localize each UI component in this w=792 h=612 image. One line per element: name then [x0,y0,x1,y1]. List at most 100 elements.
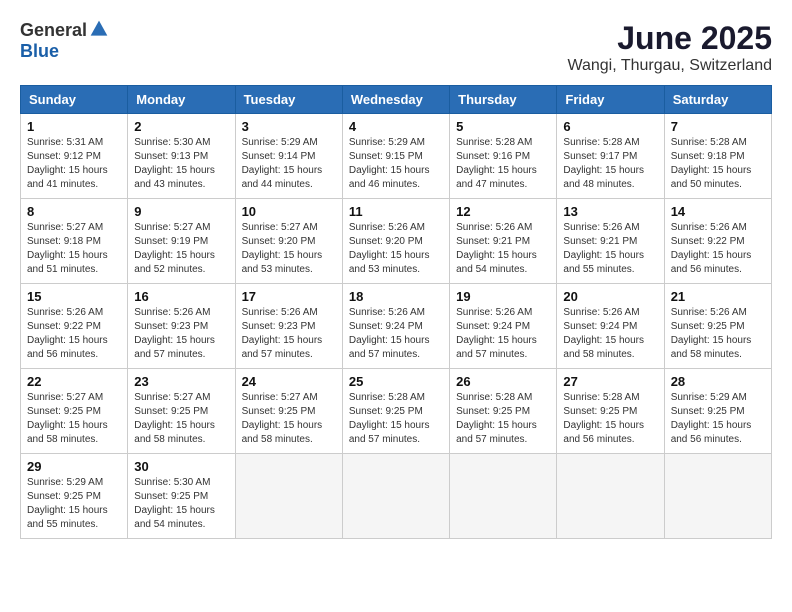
day-info: Sunrise: 5:30 AMSunset: 9:25 PMDaylight:… [134,476,228,532]
day-number: 16 [134,289,228,304]
calendar-cell [664,454,771,539]
day-info: Sunrise: 5:29 AMSunset: 9:15 PMDaylight:… [349,136,443,192]
calendar-header-monday: Monday [128,86,235,114]
day-number: 24 [242,374,336,389]
logo: General Blue [20,20,109,62]
day-info: Sunrise: 5:28 AMSunset: 9:25 PMDaylight:… [563,391,657,447]
calendar-week-1: 1 Sunrise: 5:31 AMSunset: 9:12 PMDaylight… [21,114,772,199]
calendar-cell: 21 Sunrise: 5:26 AMSunset: 9:25 PMDayligh… [664,284,771,369]
calendar-cell: 10Sunrise: 5:27 AMSunset: 9:20 PMDayligh… [235,199,342,284]
location-title: Wangi, Thurgau, Switzerland [567,57,772,75]
day-info: Sunrise: 5:26 AMSunset: 9:20 PMDaylight:… [349,221,443,277]
day-number: 8 [27,204,121,219]
day-number: 29 [27,459,121,474]
day-info: Sunrise: 5:31 AMSunset: 9:12 PMDaylight:… [27,136,121,192]
day-info: Sunrise: 5:26 AMSunset: 9:24 PMDaylight:… [349,306,443,362]
day-info: Sunrise: 5:26 AMSunset: 9:25 PMDaylight:… [671,306,765,362]
day-info: Sunrise: 5:27 AMSunset: 9:25 PMDaylight:… [27,391,121,447]
day-number: 9 [134,204,228,219]
calendar-cell [450,454,557,539]
calendar-cell: 11 Sunrise: 5:26 AMSunset: 9:20 PMDayligh… [342,199,449,284]
calendar-cell: 4Sunrise: 5:29 AMSunset: 9:15 PMDaylight… [342,114,449,199]
calendar-cell: 5 Sunrise: 5:28 AMSunset: 9:16 PMDaylight… [450,114,557,199]
day-info: Sunrise: 5:27 AMSunset: 9:25 PMDaylight:… [134,391,228,447]
calendar-cell: 1 Sunrise: 5:31 AMSunset: 9:12 PMDaylight… [21,114,128,199]
day-number: 28 [671,374,765,389]
day-info: Sunrise: 5:26 AMSunset: 9:23 PMDaylight:… [242,306,336,362]
calendar-cell: 18 Sunrise: 5:26 AMSunset: 9:24 PMDayligh… [342,284,449,369]
calendar-cell: 19Sunrise: 5:26 AMSunset: 9:24 PMDayligh… [450,284,557,369]
day-number: 23 [134,374,228,389]
day-number: 1 [27,119,121,134]
day-info: Sunrise: 5:28 AMSunset: 9:17 PMDaylight:… [563,136,657,192]
logo-blue: Blue [20,41,59,62]
calendar-week-4: 22 Sunrise: 5:27 AMSunset: 9:25 PMDayligh… [21,369,772,454]
day-info: Sunrise: 5:28 AMSunset: 9:25 PMDaylight:… [349,391,443,447]
calendar-cell: 14 Sunrise: 5:26 AMSunset: 9:22 PMDayligh… [664,199,771,284]
calendar-cell: 15 Sunrise: 5:26 AMSunset: 9:22 PMDayligh… [21,284,128,369]
day-number: 18 [349,289,443,304]
calendar-cell [235,454,342,539]
calendar-cell: 30 Sunrise: 5:30 AMSunset: 9:25 PMDayligh… [128,454,235,539]
calendar-cell [557,454,664,539]
day-number: 7 [671,119,765,134]
calendar-week-5: 29 Sunrise: 5:29 AMSunset: 9:25 PMDayligh… [21,454,772,539]
day-info: Sunrise: 5:27 AMSunset: 9:25 PMDaylight:… [242,391,336,447]
day-number: 20 [563,289,657,304]
day-info: Sunrise: 5:29 AMSunset: 9:25 PMDaylight:… [27,476,121,532]
calendar-table: SundayMondayTuesdayWednesdayThursdayFrid… [20,85,772,539]
day-info: Sunrise: 5:26 AMSunset: 9:22 PMDaylight:… [671,221,765,277]
calendar-cell: 7Sunrise: 5:28 AMSunset: 9:18 PMDaylight… [664,114,771,199]
calendar-header-friday: Friday [557,86,664,114]
calendar-header-row: SundayMondayTuesdayWednesdayThursdayFrid… [21,86,772,114]
page-header: General Blue June 2025 Wangi, Thurgau, S… [20,20,772,75]
calendar-cell: 28Sunrise: 5:29 AMSunset: 9:25 PMDayligh… [664,369,771,454]
day-info: Sunrise: 5:28 AMSunset: 9:16 PMDaylight:… [456,136,550,192]
calendar-cell: 29 Sunrise: 5:29 AMSunset: 9:25 PMDayligh… [21,454,128,539]
calendar-cell: 26 Sunrise: 5:28 AMSunset: 9:25 PMDayligh… [450,369,557,454]
day-number: 19 [456,289,550,304]
day-number: 3 [242,119,336,134]
day-number: 17 [242,289,336,304]
calendar-header-saturday: Saturday [664,86,771,114]
day-number: 26 [456,374,550,389]
day-number: 11 [349,204,443,219]
calendar-header-tuesday: Tuesday [235,86,342,114]
calendar-cell: 9 Sunrise: 5:27 AMSunset: 9:19 PMDaylight… [128,199,235,284]
day-info: Sunrise: 5:27 AMSunset: 9:18 PMDaylight:… [27,221,121,277]
day-number: 14 [671,204,765,219]
logo-general: General [20,20,87,41]
day-number: 5 [456,119,550,134]
calendar-cell: 3Sunrise: 5:29 AMSunset: 9:14 PMDaylight… [235,114,342,199]
day-number: 22 [27,374,121,389]
calendar-cell [342,454,449,539]
day-number: 30 [134,459,228,474]
calendar-cell: 25Sunrise: 5:28 AMSunset: 9:25 PMDayligh… [342,369,449,454]
logo-icon [89,19,109,39]
calendar-week-3: 15 Sunrise: 5:26 AMSunset: 9:22 PMDayligh… [21,284,772,369]
day-number: 2 [134,119,228,134]
calendar-header-wednesday: Wednesday [342,86,449,114]
calendar-week-2: 8 Sunrise: 5:27 AMSunset: 9:18 PMDaylight… [21,199,772,284]
calendar-cell: 24 Sunrise: 5:27 AMSunset: 9:25 PMDayligh… [235,369,342,454]
calendar-cell: 16 Sunrise: 5:26 AMSunset: 9:23 PMDayligh… [128,284,235,369]
day-info: Sunrise: 5:30 AMSunset: 9:13 PMDaylight:… [134,136,228,192]
calendar-cell: 20 Sunrise: 5:26 AMSunset: 9:24 PMDayligh… [557,284,664,369]
day-info: Sunrise: 5:26 AMSunset: 9:24 PMDaylight:… [563,306,657,362]
day-number: 27 [563,374,657,389]
calendar-cell: 17 Sunrise: 5:26 AMSunset: 9:23 PMDayligh… [235,284,342,369]
day-info: Sunrise: 5:28 AMSunset: 9:25 PMDaylight:… [456,391,550,447]
day-number: 6 [563,119,657,134]
day-info: Sunrise: 5:26 AMSunset: 9:23 PMDaylight:… [134,306,228,362]
day-info: Sunrise: 5:26 AMSunset: 9:21 PMDaylight:… [456,221,550,277]
day-number: 15 [27,289,121,304]
day-number: 12 [456,204,550,219]
day-info: Sunrise: 5:26 AMSunset: 9:22 PMDaylight:… [27,306,121,362]
day-number: 21 [671,289,765,304]
day-number: 13 [563,204,657,219]
day-info: Sunrise: 5:27 AMSunset: 9:19 PMDaylight:… [134,221,228,277]
title-area: June 2025 Wangi, Thurgau, Switzerland [567,20,772,75]
calendar-cell: 22 Sunrise: 5:27 AMSunset: 9:25 PMDayligh… [21,369,128,454]
day-number: 10 [242,204,336,219]
month-title: June 2025 [567,20,772,57]
